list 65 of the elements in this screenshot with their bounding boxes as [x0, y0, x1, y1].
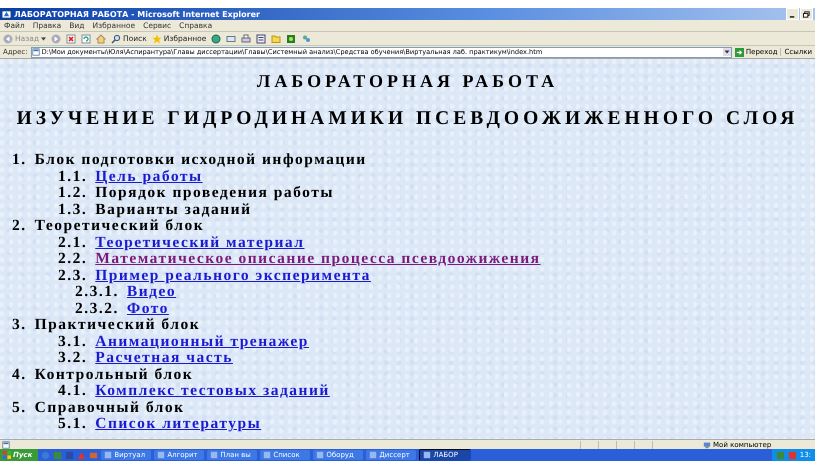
- window-icon: [104, 451, 112, 459]
- window-icon: [316, 451, 324, 459]
- outline-text: Практический блок: [34, 316, 200, 334]
- window-icon: [210, 451, 218, 459]
- outline-link[interactable]: Математическое описание процесса псевдоожижения: [95, 250, 541, 268]
- outline-number: 4.: [12, 366, 27, 384]
- outline-number: 4.1.: [58, 382, 88, 400]
- outline-text: Теоретический блок: [34, 217, 204, 236]
- page-title: ЛАБОРАТОРНАЯ РАБОТА: [256, 71, 560, 92]
- grid-icon[interactable]: [286, 34, 296, 44]
- outline-number: 1.: [12, 151, 27, 170]
- window-icon: [423, 451, 432, 459]
- outline-number: 2.3.: [58, 266, 88, 285]
- search-icon: [111, 34, 122, 44]
- page-subtitle: ИЗУЧЕНИЕ ГИДРОДИНАМИКИ ПСЕВДООЖИЖЕННОГО СЛОЯ: [16, 108, 800, 130]
- outline-number: 1.2.: [58, 184, 88, 202]
- minimize-button[interactable]: [786, 8, 799, 20]
- window-icon: [263, 451, 272, 459]
- refresh-icon[interactable]: [81, 34, 92, 44]
- dropdown-icon[interactable]: [722, 48, 731, 56]
- outline-number: 2.1.: [58, 234, 88, 252]
- arrow-icon: [734, 48, 744, 56]
- window-icon: [369, 451, 378, 459]
- outline-link[interactable]: Комплекс тестовых заданий: [95, 382, 330, 400]
- mail-icon[interactable]: [226, 34, 236, 44]
- outline-number: 5.: [12, 398, 27, 417]
- document-icon[interactable]: [256, 34, 266, 44]
- outline-number: 2.3.1.: [75, 283, 119, 302]
- outline-link[interactable]: Теоретический материал: [95, 234, 304, 252]
- outline-text: Блок подготовки исходной информации: [34, 151, 367, 170]
- windows-logo-icon: [3, 451, 11, 459]
- outline-link[interactable]: Расчетная часть: [95, 349, 233, 368]
- outline-text: Порядок проведения работы: [95, 184, 334, 202]
- outline-text: Справочный блок: [34, 398, 185, 417]
- outline-text: Контрольный блок: [34, 366, 194, 384]
- outline-number: 1.1.: [58, 168, 88, 186]
- outline-link[interactable]: Фото: [126, 300, 169, 318]
- restore-button[interactable]: [800, 8, 813, 20]
- page-icon: [2, 440, 10, 448]
- outline-number: 2.: [12, 217, 27, 236]
- outline-number: 2.2.: [58, 250, 88, 268]
- outline-link[interactable]: Цель работы: [95, 168, 203, 186]
- page-icon: [32, 48, 40, 56]
- outline-number: 3.2.: [58, 349, 88, 368]
- star-icon: [152, 34, 162, 44]
- media-icon[interactable]: [211, 34, 222, 44]
- computer-icon: [703, 440, 711, 448]
- window-title: ЛАБОРАТОРНАЯ РАБОТА - Microsoft Internet Explorer: [14, 10, 260, 18]
- outline-number: 2.3.2.: [75, 300, 119, 318]
- outline-number: 1.3.: [58, 200, 88, 219]
- outline-number: 3.1.: [58, 332, 88, 351]
- window-icon: [157, 451, 166, 459]
- outline-link[interactable]: Пример реального эксперимента: [95, 266, 371, 285]
- home-icon[interactable]: [96, 34, 106, 44]
- restore-icon: [803, 10, 810, 18]
- outline-number: 5.1.: [58, 415, 88, 434]
- outline-link[interactable]: Видео: [126, 283, 176, 302]
- stop-icon[interactable]: [66, 34, 76, 44]
- outline-link[interactable]: Список литературы: [95, 415, 262, 434]
- outline-link[interactable]: Анимационный тренажер: [95, 332, 309, 351]
- outline-text: Варианты заданий: [95, 200, 252, 218]
- printer-icon[interactable]: [241, 34, 252, 44]
- outline-number: 3.: [12, 316, 27, 334]
- caret-icon: [41, 36, 46, 40]
- forward-icon[interactable]: [51, 34, 62, 44]
